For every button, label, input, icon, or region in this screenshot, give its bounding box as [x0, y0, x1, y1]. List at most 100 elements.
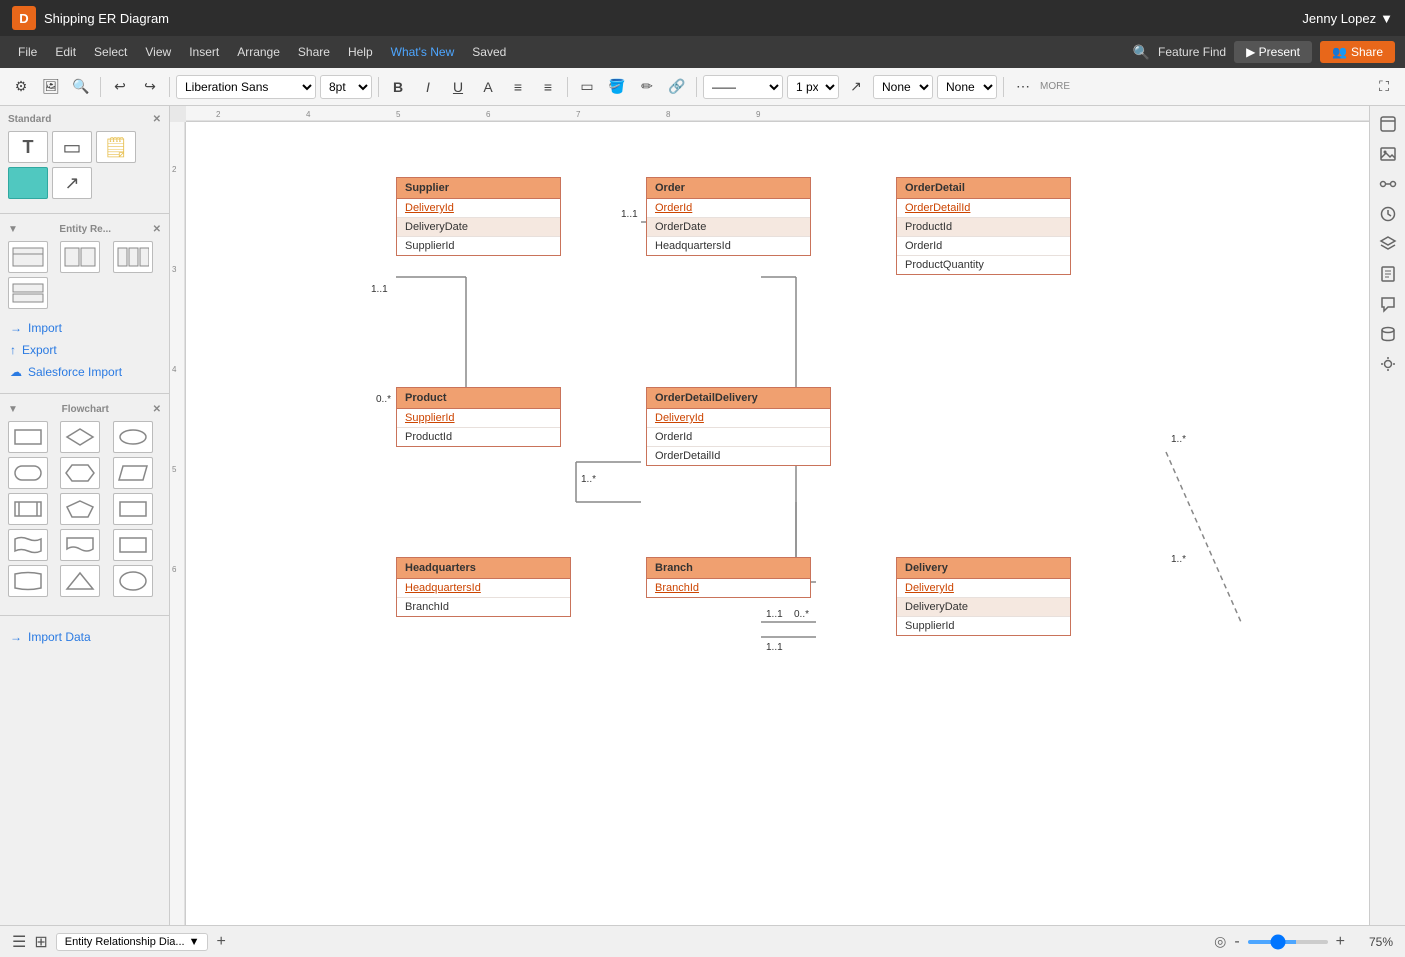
branch-entity[interactable]: Branch BranchId [646, 557, 811, 598]
line-button[interactable]: ✏ [634, 74, 660, 100]
image-button[interactable]: 🖼 [38, 74, 64, 100]
text-align-button[interactable]: ≡ [535, 74, 561, 100]
list-view-button[interactable]: ☰ [12, 932, 26, 952]
orderdetaildelivery-entity[interactable]: OrderDetailDelivery DeliveryId OrderId O… [646, 387, 831, 466]
zoom-slider[interactable] [1248, 940, 1328, 944]
format-right-button[interactable] [1374, 110, 1402, 138]
flowchart-hex[interactable] [60, 457, 100, 489]
export-action[interactable]: ↑ Export [8, 339, 161, 361]
page-right-button[interactable] [1374, 260, 1402, 288]
orderdetail-entity[interactable]: OrderDetail OrderDetailId ProductId Orde… [896, 177, 1071, 275]
diagram-tab[interactable]: Entity Relationship Dia... ▼ [56, 933, 209, 951]
flowchart-oval[interactable] [113, 421, 153, 453]
end-arrow-select[interactable]: None [937, 75, 997, 99]
italic-button[interactable]: I [415, 74, 441, 100]
canvas-content[interactable]: 0..* 1..1 1..1 0..1 0..1 1..* 1..* [186, 122, 1369, 925]
menu-view[interactable]: View [137, 41, 179, 63]
font-color-button[interactable]: A [475, 74, 501, 100]
share-button[interactable]: 👥 Share [1320, 41, 1395, 63]
grid-view-button[interactable]: ⊞ [34, 932, 47, 952]
import-action[interactable]: → Import [8, 317, 161, 339]
entity-re-close-icon[interactable]: ✕ [153, 224, 161, 235]
waypoint-button[interactable]: ↗ [843, 74, 869, 100]
menu-file[interactable]: File [10, 41, 45, 63]
align-button[interactable]: ≡ [505, 74, 531, 100]
line-style-select[interactable]: —— [703, 75, 783, 99]
flowchart-rounded[interactable] [8, 457, 48, 489]
standard-close-icon[interactable]: ✕ [153, 114, 161, 125]
flowchart-rect3[interactable] [113, 493, 153, 525]
line-width-select[interactable]: 1 px [787, 75, 839, 99]
format-panel-button[interactable]: ⚙ [8, 74, 34, 100]
flowchart-rect[interactable] [8, 421, 48, 453]
import-data-action[interactable]: → Import Data [8, 626, 161, 648]
menu-whats-new[interactable]: What's New [383, 41, 463, 63]
arrow-shape[interactable]: ↗ [52, 167, 92, 199]
menu-share[interactable]: Share [290, 41, 338, 63]
image-right-button[interactable] [1374, 140, 1402, 168]
bold-button[interactable]: B [385, 74, 411, 100]
supplier-entity[interactable]: Supplier DeliveryId DeliveryDate Supplie… [396, 177, 561, 256]
connections-right-button[interactable] [1374, 170, 1402, 198]
flowchart-diamond[interactable] [60, 421, 100, 453]
redo-button[interactable]: ↪ [137, 74, 163, 100]
zoom-out-button[interactable]: - [1234, 933, 1239, 951]
menu-edit[interactable]: Edit [47, 41, 84, 63]
font-family-select[interactable]: Liberation Sans [176, 75, 316, 99]
ruler-left: 2 3 4 5 6 [170, 122, 186, 925]
underline-button[interactable]: U [445, 74, 471, 100]
shape-button[interactable]: ▭ [574, 74, 600, 100]
menu-saved[interactable]: Saved [464, 41, 514, 63]
clock-right-button[interactable] [1374, 200, 1402, 228]
headquarters-entity[interactable]: Headquarters HeadquartersId BranchId [396, 557, 571, 617]
flowchart-wave[interactable] [8, 529, 48, 561]
text-shape[interactable]: T [8, 131, 48, 163]
flowchart-doc[interactable] [60, 529, 100, 561]
note-shape[interactable]: 🗒 [96, 131, 136, 163]
layers-right-button[interactable] [1374, 230, 1402, 258]
canvas-area[interactable]: 2 4 5 6 7 8 9 2 3 4 5 6 [170, 106, 1369, 925]
flowchart-para[interactable] [113, 457, 153, 489]
zoom-in-button[interactable]: + [1336, 933, 1345, 951]
flowchart-close-icon[interactable]: ✕ [153, 404, 161, 415]
flowchart-pent[interactable] [60, 493, 100, 525]
entity-shape-4[interactable] [8, 277, 48, 309]
user-name[interactable]: Jenny Lopez ▼ [1302, 11, 1393, 26]
title-bar: D Shipping ER Diagram Jenny Lopez ▼ [0, 0, 1405, 36]
entity-shape-2[interactable] [60, 241, 100, 273]
color-shape[interactable] [8, 167, 48, 199]
feature-find-label[interactable]: Feature Find [1158, 45, 1226, 59]
flowchart-rect4[interactable] [113, 529, 153, 561]
flowchart-curve[interactable] [8, 565, 48, 597]
flowchart-tri[interactable] [60, 565, 100, 597]
search-button[interactable]: 🔍 [68, 74, 94, 100]
menu-select[interactable]: Select [86, 41, 135, 63]
entity-shape-3[interactable] [113, 241, 153, 273]
present-button[interactable]: ▶ Present [1234, 41, 1312, 63]
more-button[interactable]: ⋯ [1010, 74, 1036, 100]
fullscreen-button[interactable]: ⛶ [1371, 74, 1397, 100]
toolbar: ⚙ 🖼 🔍 ↩ ↪ Liberation Sans 8pt B I U A ≡ … [0, 68, 1405, 106]
svg-text:1..1: 1..1 [766, 642, 783, 653]
order-entity[interactable]: Order OrderId OrderDate HeadquartersId [646, 177, 811, 256]
rect-shape[interactable]: ▭ [52, 131, 92, 163]
fill-button[interactable]: 🪣 [604, 74, 630, 100]
undo-button[interactable]: ↩ [107, 74, 133, 100]
svg-text:4: 4 [306, 110, 311, 119]
settings-right-button[interactable] [1374, 350, 1402, 378]
entity-shape-1[interactable] [8, 241, 48, 273]
menu-insert[interactable]: Insert [181, 41, 227, 63]
start-arrow-select[interactable]: None [873, 75, 933, 99]
delivery-entity[interactable]: Delivery DeliveryId DeliveryDate Supplie… [896, 557, 1071, 636]
menu-help[interactable]: Help [340, 41, 381, 63]
add-tab-button[interactable]: + [216, 933, 225, 951]
flowchart-rect2[interactable] [8, 493, 48, 525]
flowchart-circle[interactable] [113, 565, 153, 597]
salesforce-import-action[interactable]: ☁ Salesforce Import [8, 361, 161, 383]
product-entity[interactable]: Product SupplierId ProductId [396, 387, 561, 447]
data-right-button[interactable] [1374, 320, 1402, 348]
font-size-select[interactable]: 8pt [320, 75, 372, 99]
comments-right-button[interactable] [1374, 290, 1402, 318]
menu-arrange[interactable]: Arrange [229, 41, 288, 63]
connection-button[interactable]: 🔗 [664, 74, 690, 100]
